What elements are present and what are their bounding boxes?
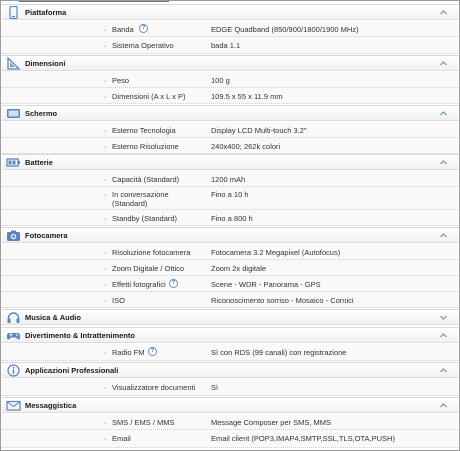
spec-row: · Capacità (Standard) 1200 mAh xyxy=(2,171,458,187)
spec-label: Banda xyxy=(112,25,134,34)
section-title: Fotocamera xyxy=(25,231,68,240)
spec-label: In conversazione xyxy=(112,190,169,199)
ruler-triangle-icon xyxy=(7,57,21,70)
section-title: Schermo xyxy=(25,109,58,118)
spec-value: bada 1.1 xyxy=(211,41,241,50)
spec-row: · Esterno Risoluzione 240x400; 262k colo… xyxy=(2,138,458,154)
section-title: Applicazioni Professionali xyxy=(25,366,119,375)
spec-row: · Sistema Operativo bada 1.1 xyxy=(2,37,458,54)
spec-row: · SMS / EMS / MMS Message Composer per S… xyxy=(2,414,458,430)
section-header-applicazioni[interactable]: Applicazioni Professionali xyxy=(2,362,458,378)
spec-label-continued: (Standard) xyxy=(112,199,148,208)
spec-row: · In conversazione (Standard) Fino a 10 … xyxy=(2,187,458,210)
spec-row: · Standby (Standard) Fino a 800 h xyxy=(2,210,458,226)
spec-panel: Piattaforma · Banda ? EDGE Quadband (850… xyxy=(0,0,460,451)
spec-value: 240x400; 262k colori xyxy=(211,142,281,151)
spec-row: · Peso 100 g xyxy=(2,72,458,88)
headphones-icon xyxy=(7,312,20,323)
spec-label: Sistema Operativo xyxy=(112,41,174,50)
section-header-batterie[interactable]: Batterie xyxy=(2,154,458,170)
info-icon xyxy=(7,364,20,377)
spec-label: Risoluzione fotocamera xyxy=(112,248,191,257)
battery-icon xyxy=(6,158,20,167)
spec-label: Radio FM xyxy=(112,348,145,357)
spec-row: · Esterno Tecnologia Display LCD Multi-t… xyxy=(2,122,458,138)
section-header-divertimento[interactable]: Divertimento & Intrattenimento xyxy=(2,327,458,343)
section-header-fotocamera[interactable]: Fotocamera xyxy=(2,227,458,243)
section-header-musica-audio[interactable]: Musica & Audio xyxy=(2,309,458,325)
section-title: Musica & Audio xyxy=(25,313,81,322)
chevron-up-icon[interactable] xyxy=(439,59,448,68)
spec-row: · Email Email client (POP3,IMAP4,SMTP,SS… xyxy=(2,430,458,448)
spec-label: Esterno Tecnologia xyxy=(112,126,176,135)
spec-value: Fino a 800 h xyxy=(211,214,253,223)
help-icon[interactable]: ? xyxy=(169,279,178,288)
spec-value: 100 g xyxy=(211,76,230,85)
chevron-up-icon[interactable] xyxy=(439,401,448,410)
gamepad-icon xyxy=(6,333,21,340)
section-title: Dimensioni xyxy=(25,59,66,68)
spec-value: Message Composer per SMS, MMS xyxy=(211,418,332,427)
camera-icon xyxy=(7,230,20,241)
spec-value: 1200 mAh xyxy=(211,175,246,184)
section-title: Batterie xyxy=(25,158,53,167)
section-header-messaggistica[interactable]: Messaggistica xyxy=(2,397,458,413)
chevron-down-icon[interactable] xyxy=(439,313,448,322)
spec-value: EDGE Quadband (850/900/1800/1900 MHz) xyxy=(211,25,359,34)
spec-row: · Banda ? EDGE Quadband (850/900/1800/19… xyxy=(2,21,458,37)
spec-row: · Effetti fotografici ? Scene - WDR - Pa… xyxy=(2,276,458,292)
cropped-header-text xyxy=(19,1,169,3)
smartphone-icon xyxy=(9,6,18,19)
spec-label: ISO xyxy=(112,296,125,305)
spec-label: Capacità (Standard) xyxy=(112,175,180,184)
spec-label: Dimensioni (A x L x P) xyxy=(112,92,186,101)
section-title: Piattaforma xyxy=(25,8,67,17)
spec-label: Visualizzatore documenti xyxy=(112,383,196,392)
spec-label: Zoom Digitale / Ottico xyxy=(112,264,185,273)
spec-row: · Risoluzione fotocamera Fotocamera 3.2 … xyxy=(2,244,458,260)
chevron-up-icon[interactable] xyxy=(439,231,448,240)
help-icon[interactable]: ? xyxy=(148,347,157,356)
spec-label: Effetti fotografici xyxy=(112,280,166,289)
section-title: Divertimento & Intrattenimento xyxy=(25,331,136,340)
screen-icon xyxy=(7,109,20,118)
envelope-icon xyxy=(6,400,21,411)
spec-value: Sì xyxy=(211,383,219,392)
spec-row: · Visualizzatore documenti Sì xyxy=(2,379,458,396)
spec-value: 109.5 x 55 x 11.9 mm xyxy=(211,92,283,101)
spec-row: · Radio FM ? Sì con RDS (99 canali) con … xyxy=(2,344,458,361)
chevron-up-icon[interactable] xyxy=(439,366,448,375)
spec-value: Fotocamera 3.2 Megapixel (Autofocus) xyxy=(211,248,341,257)
spec-value: Scene - WDR - Panorama - GPS xyxy=(211,280,321,289)
spec-label: Esterno Risoluzione xyxy=(112,142,179,151)
spec-value: Display LCD Multi-touch 3.2" xyxy=(211,126,307,135)
spec-row: · Dimensioni (A x L x P) 109.5 x 55 x 11… xyxy=(2,88,458,104)
spec-value: Zoom 2x digitale xyxy=(211,264,267,273)
section-header-dimensioni[interactable]: Dimensioni xyxy=(2,55,458,71)
spec-label: Peso xyxy=(112,76,130,85)
section-title: Messaggistica xyxy=(25,401,77,410)
spec-label: Email xyxy=(112,434,131,443)
spec-row: · ISO Riconoscimento sorriso - Mosaico -… xyxy=(2,292,458,308)
spec-label: SMS / EMS / MMS xyxy=(112,418,175,427)
spec-row: · Zoom Digitale / Ottico Zoom 2x digital… xyxy=(2,260,458,276)
spec-label: Standby (Standard) xyxy=(112,214,178,223)
chevron-up-icon[interactable] xyxy=(439,109,448,118)
chevron-up-icon[interactable] xyxy=(439,8,448,17)
section-header-piattaforma[interactable]: Piattaforma xyxy=(2,4,458,20)
chevron-up-icon[interactable] xyxy=(439,158,448,167)
help-icon[interactable]: ? xyxy=(139,24,148,33)
spec-value: Fino a 10 h xyxy=(211,190,249,199)
chevron-up-icon[interactable] xyxy=(439,331,448,340)
spec-value: Riconoscimento sorriso - Mosaico - Corni… xyxy=(211,296,354,305)
section-header-schermo[interactable]: Schermo xyxy=(2,105,458,121)
spec-value: Email client (POP3,IMAP4,SMTP,SSL,TLS,OT… xyxy=(211,434,395,443)
spec-value: Sì con RDS (99 canali) con registrazione xyxy=(211,348,347,357)
